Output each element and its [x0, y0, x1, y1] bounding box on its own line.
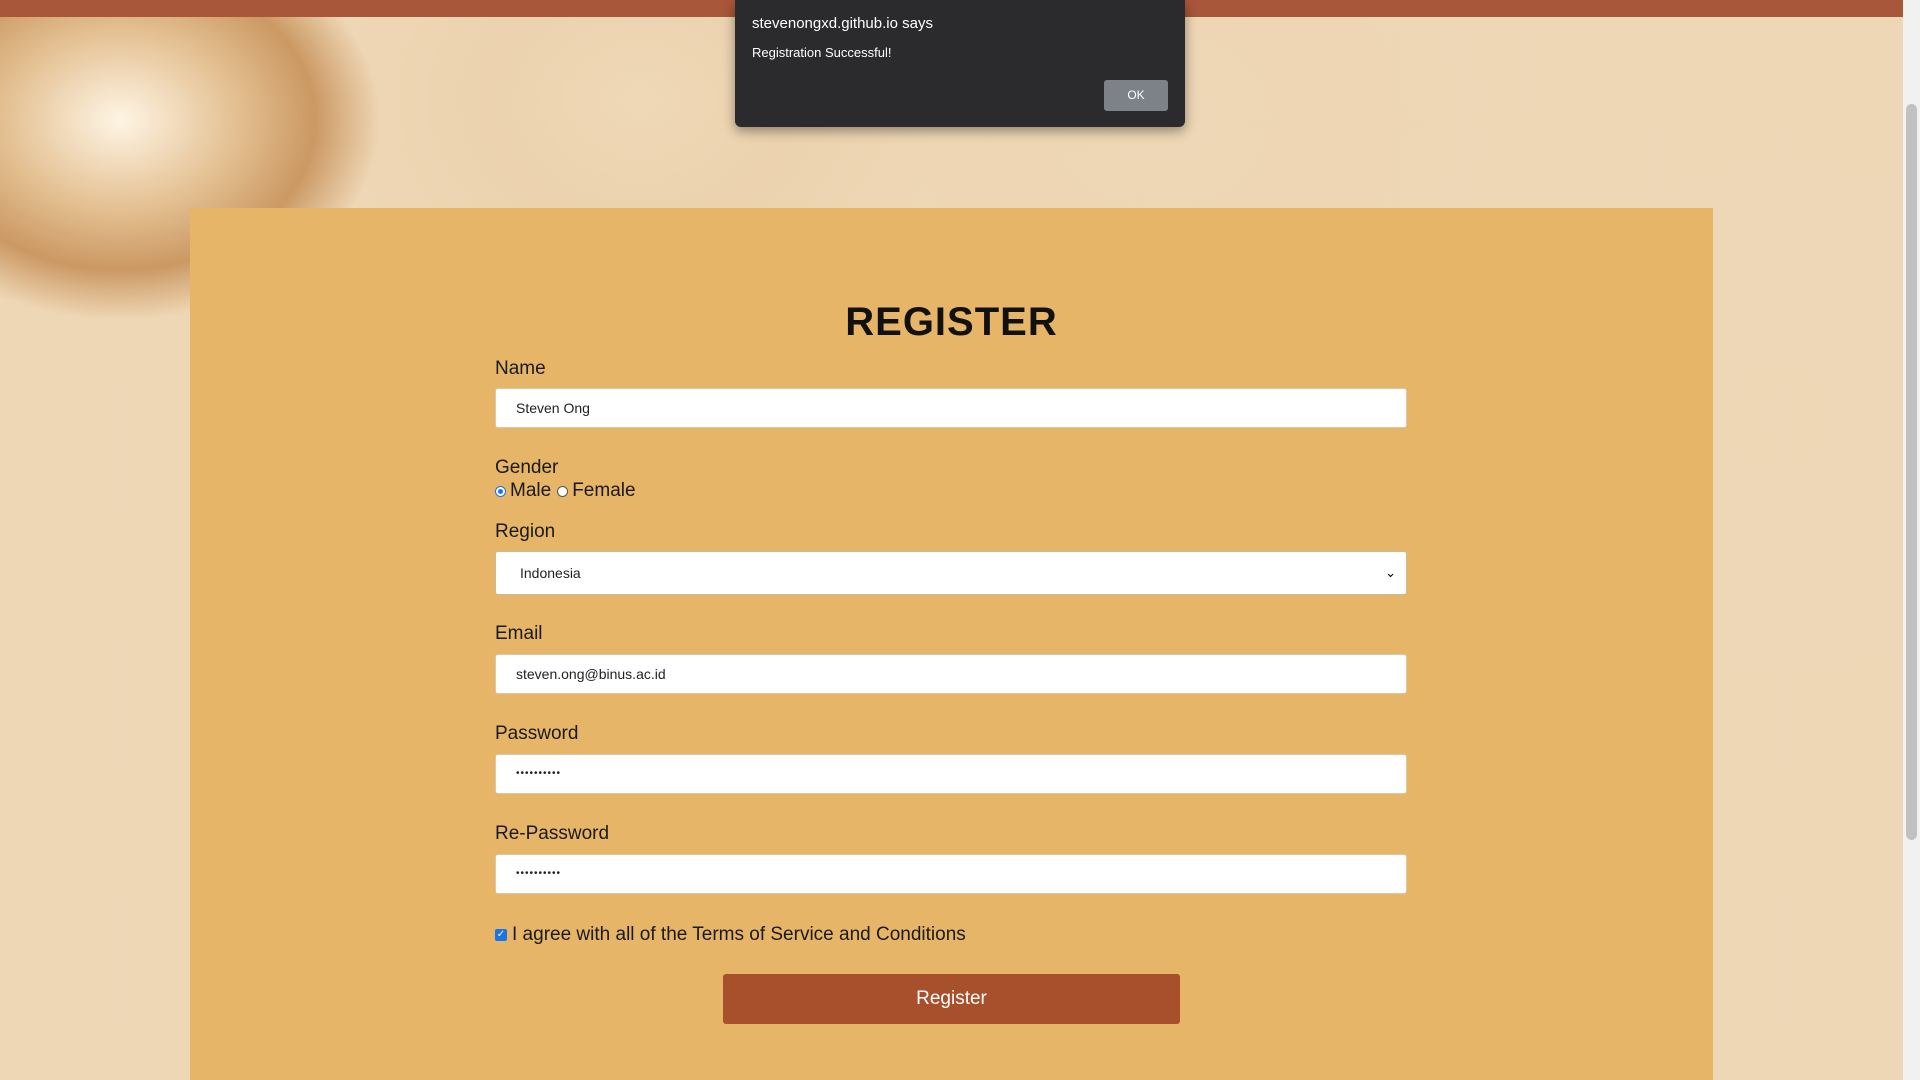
- chevron-down-icon: ⌄: [1385, 565, 1396, 580]
- name-field[interactable]: Steven Ong: [495, 388, 1407, 428]
- name-label: Name: [495, 358, 546, 379]
- gender-radio-female-label: Female: [572, 480, 636, 501]
- terms-row: ✓ I agree with all of the Terms of Servi…: [495, 924, 966, 946]
- scrollbar[interactable]: [1903, 0, 1920, 1080]
- dialog-message: Registration Successful!: [752, 45, 892, 60]
- page: REGISTER Name Steven Ong Gender Male Fem…: [0, 0, 1920, 1080]
- terms-label: I agree with all of the Terms of Service…: [512, 924, 966, 945]
- region-select[interactable]: Indonesia ⌄: [495, 551, 1407, 595]
- gender-label: Gender: [495, 457, 559, 478]
- region-label: Region: [495, 521, 556, 542]
- password-label: Password: [495, 723, 579, 744]
- terms-checkbox[interactable]: ✓: [495, 929, 507, 941]
- repassword-label: Re-Password: [495, 823, 610, 844]
- alert-dialog: stevenongxd.github.io says Registration …: [735, 0, 1185, 127]
- gender-radio-group: Male Female: [495, 480, 642, 502]
- email-label: Email: [495, 623, 543, 644]
- gender-radio-male-label: Male: [510, 480, 552, 501]
- repassword-field[interactable]: ••••••••••: [495, 854, 1407, 894]
- gender-radio-male[interactable]: [495, 485, 506, 497]
- register-button[interactable]: Register: [723, 974, 1180, 1024]
- email-field[interactable]: steven.ong@binus.ac.id: [495, 654, 1407, 694]
- page-title: REGISTER: [845, 300, 1058, 344]
- gender-radio-female[interactable]: [557, 485, 569, 497]
- region-select-value: Indonesia: [520, 565, 581, 581]
- dialog-title: stevenongxd.github.io says: [752, 15, 933, 32]
- scrollbar-thumb[interactable]: [1906, 104, 1917, 840]
- password-field[interactable]: ••••••••••: [495, 754, 1407, 794]
- dialog-ok-button[interactable]: OK: [1104, 80, 1168, 111]
